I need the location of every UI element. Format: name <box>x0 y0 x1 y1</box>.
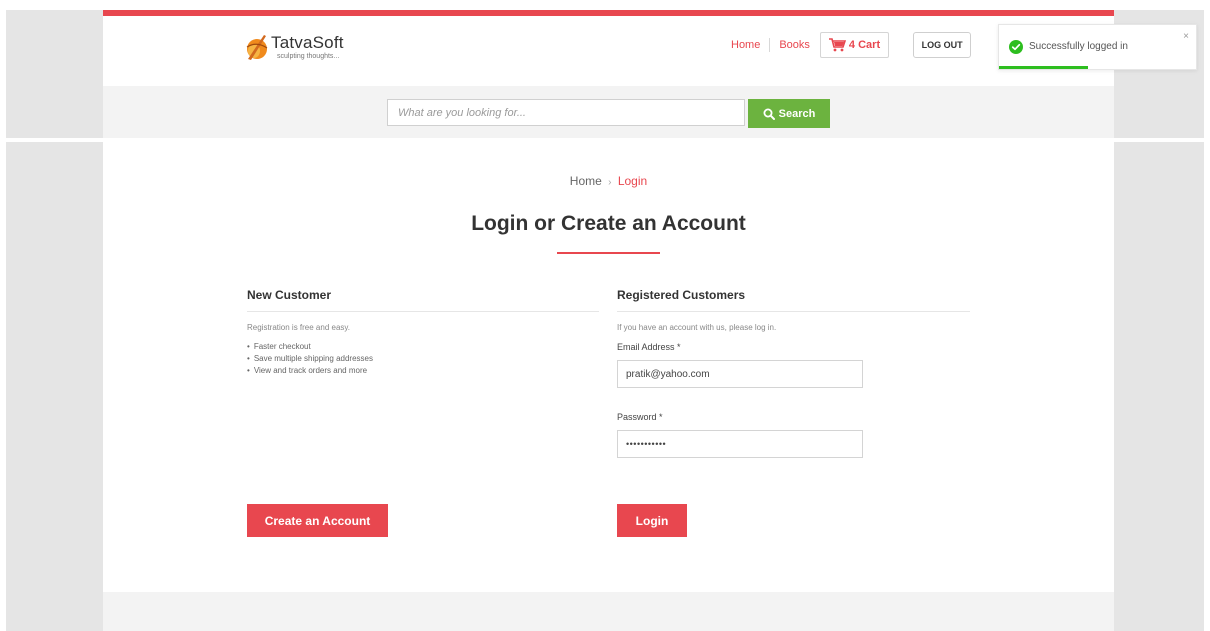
search-icon <box>763 108 775 120</box>
logout-button[interactable]: LOG OUT <box>913 32 972 58</box>
search-button-label: Search <box>778 107 816 120</box>
logo-icon <box>245 33 269 61</box>
page-title: Login or Create an Account <box>471 212 746 235</box>
brand-name: TatvaSoft <box>271 32 344 52</box>
list-item: View and track orders and more <box>247 365 599 377</box>
cart-button[interactable]: 4 Cart <box>819 32 890 58</box>
main-nav: Home Books 4 Cart LOG OUT <box>731 32 972 58</box>
email-label: Email Address * <box>617 342 681 352</box>
nav-divider <box>769 38 771 52</box>
breadcrumb-separator-icon: › <box>608 177 612 188</box>
page-container: TatvaSoft sculpting thoughts... Home Boo… <box>103 10 1114 631</box>
check-circle-icon <box>1009 40 1023 54</box>
search-button[interactable]: Search <box>748 99 830 128</box>
breadcrumb: Home › Login <box>103 174 1114 188</box>
password-label: Password * <box>617 412 663 422</box>
cart-icon <box>828 38 846 52</box>
page-gutter-left <box>6 10 103 631</box>
list-item: Save multiple shipping addresses <box>247 353 599 365</box>
success-toast: Successfully logged in × <box>998 24 1197 70</box>
new-customer-intro: Registration is free and easy. <box>247 323 351 332</box>
create-account-button[interactable]: Create an Account <box>247 504 388 537</box>
title-underline <box>557 252 660 254</box>
search-band: What are you looking for... Search <box>103 86 1114 138</box>
close-icon[interactable]: × <box>1183 31 1189 42</box>
brand-tagline: sculpting thoughts... <box>277 52 340 60</box>
email-field[interactable]: pratik@yahoo.com <box>617 360 863 388</box>
footer <box>103 592 1114 631</box>
password-field[interactable]: ••••••••••• <box>617 430 863 458</box>
cart-label: 4 Cart <box>848 39 881 51</box>
new-customer-section: New Customer Registration is free and ea… <box>247 288 599 377</box>
registered-customers-section: Registered Customers If you have an acco… <box>617 288 970 458</box>
nav-home-link[interactable]: Home <box>731 39 760 51</box>
new-customer-heading: New Customer <box>247 288 599 312</box>
toast-progress-bar <box>999 66 1088 69</box>
nav-books-link[interactable]: Books <box>779 39 810 51</box>
registered-heading: Registered Customers <box>617 288 970 312</box>
search-input[interactable]: What are you looking for... <box>387 99 745 126</box>
gutter-divider-right <box>1111 138 1204 142</box>
breadcrumb-home[interactable]: Home <box>570 174 602 188</box>
page-gutter-right <box>1111 10 1204 631</box>
registered-intro: If you have an account with us, please l… <box>617 323 777 332</box>
list-item: Faster checkout <box>247 341 599 353</box>
breadcrumb-current: Login <box>617 174 648 188</box>
login-button[interactable]: Login <box>617 504 687 537</box>
brand-logo[interactable]: TatvaSoft sculpting thoughts... <box>245 33 344 61</box>
toast-message: Successfully logged in <box>1029 41 1128 52</box>
gutter-divider-left <box>6 138 103 142</box>
benefits-list: Faster checkout Save multiple shipping a… <box>247 341 599 377</box>
site-header: TatvaSoft sculpting thoughts... Home Boo… <box>103 16 1114 86</box>
